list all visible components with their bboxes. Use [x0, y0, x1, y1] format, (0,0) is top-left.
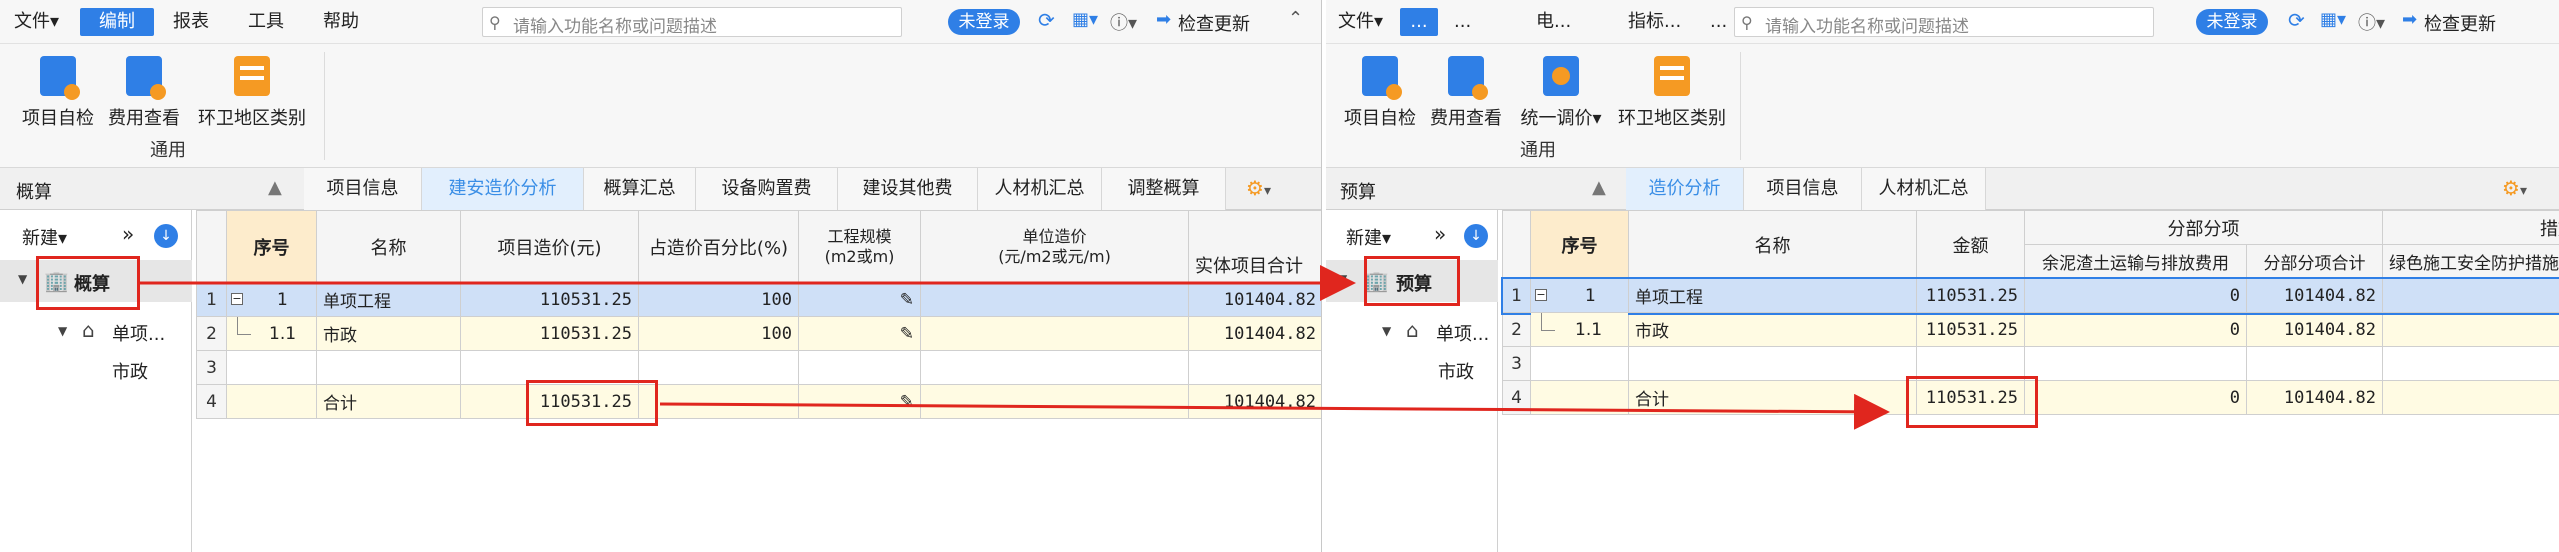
arrow-total-link [659, 393, 1890, 430]
annotation-arrows [140, 265, 1890, 430]
